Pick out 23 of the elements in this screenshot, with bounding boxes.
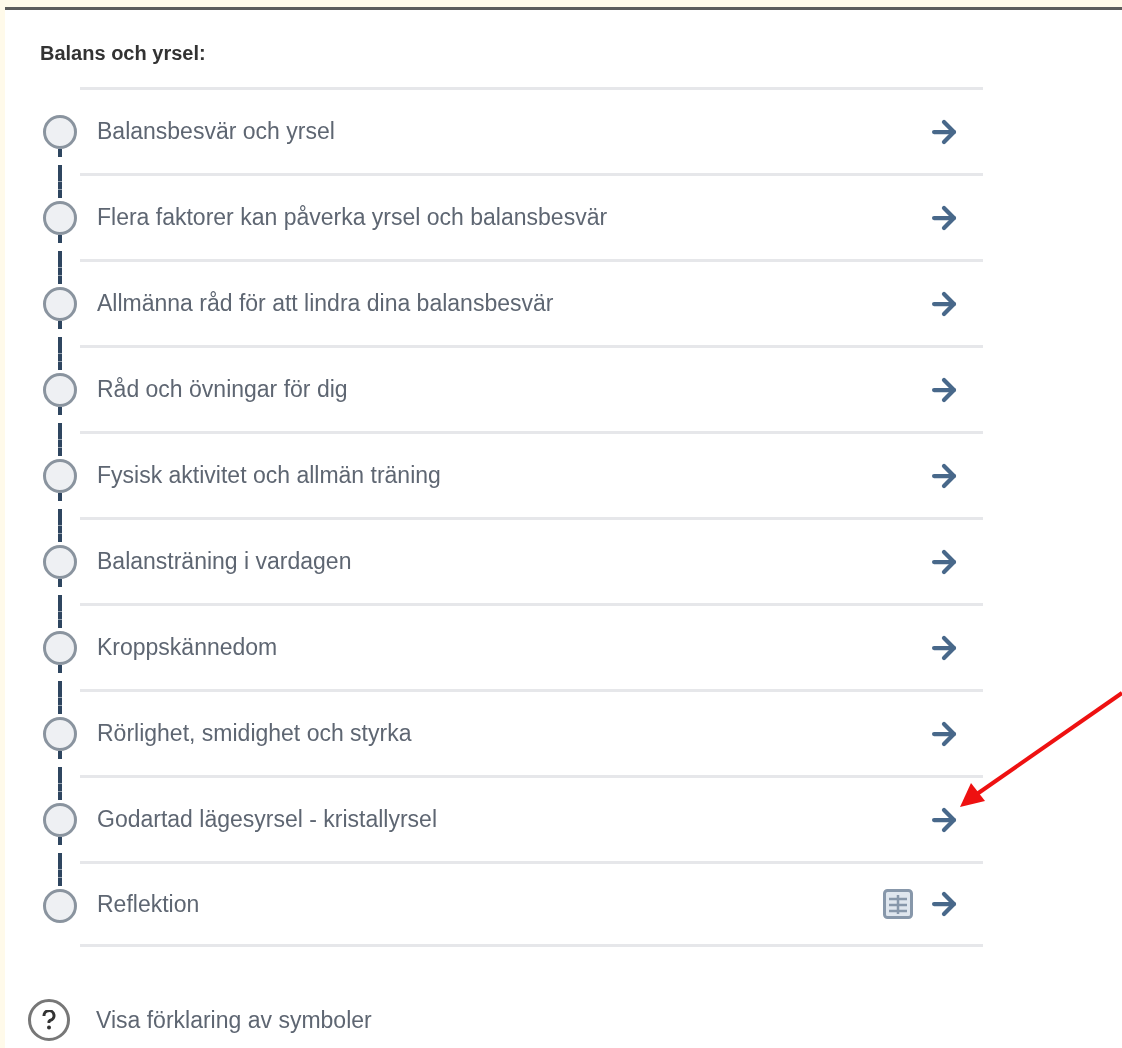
list-row[interactable]: Fysisk aktivitet och allmän träning — [80, 431, 983, 517]
list-row[interactable]: Balansträning i vardagen — [80, 517, 983, 603]
chapter-link[interactable]: Godartad lägesyrsel - kristallyrsel — [97, 806, 437, 833]
chapter-link[interactable]: Rörlighet, smidighet och styrka — [97, 720, 412, 747]
chapter-link[interactable]: Reflektion — [97, 890, 200, 918]
chapter-link[interactable]: Balansbesvär och yrsel — [97, 118, 335, 145]
list-row[interactable]: Godartad lägesyrsel - kristallyrsel — [80, 775, 983, 861]
chapter-link[interactable]: Fysisk aktivitet och allmän träning — [97, 462, 441, 489]
list-row[interactable]: Reflektion — [80, 861, 983, 947]
chapter-link[interactable]: Flera faktorer kan påverka yrsel och balansbesvär — [97, 204, 608, 231]
section-heading: Balans och yrsel: — [40, 42, 206, 65]
list-row[interactable]: Kroppskännedom — [80, 603, 983, 689]
chapter-link[interactable]: Kroppskännedom — [97, 634, 278, 661]
help-icon[interactable] — [28, 999, 70, 1041]
chapter-link[interactable]: Balansträning i vardagen — [97, 548, 352, 575]
list-row[interactable]: Flera faktorer kan påverka yrsel och balansbesvär — [80, 173, 983, 259]
list-row[interactable]: Råd och övningar för dig — [80, 345, 983, 431]
list-row[interactable]: Rörlighet, smidighet och styrka — [80, 689, 983, 775]
chapter-link[interactable]: Allmänna råd för att lindra dina balansbesvär — [97, 290, 554, 317]
legend-link[interactable]: Visa förklaring av symboler — [96, 1006, 372, 1034]
list-row[interactable]: Balansbesvär och yrsel — [80, 87, 983, 173]
list-row[interactable]: Allmänna råd för att lindra dina balansbesvär — [80, 259, 983, 345]
chapter-link[interactable]: Råd och övningar för dig — [97, 376, 348, 403]
